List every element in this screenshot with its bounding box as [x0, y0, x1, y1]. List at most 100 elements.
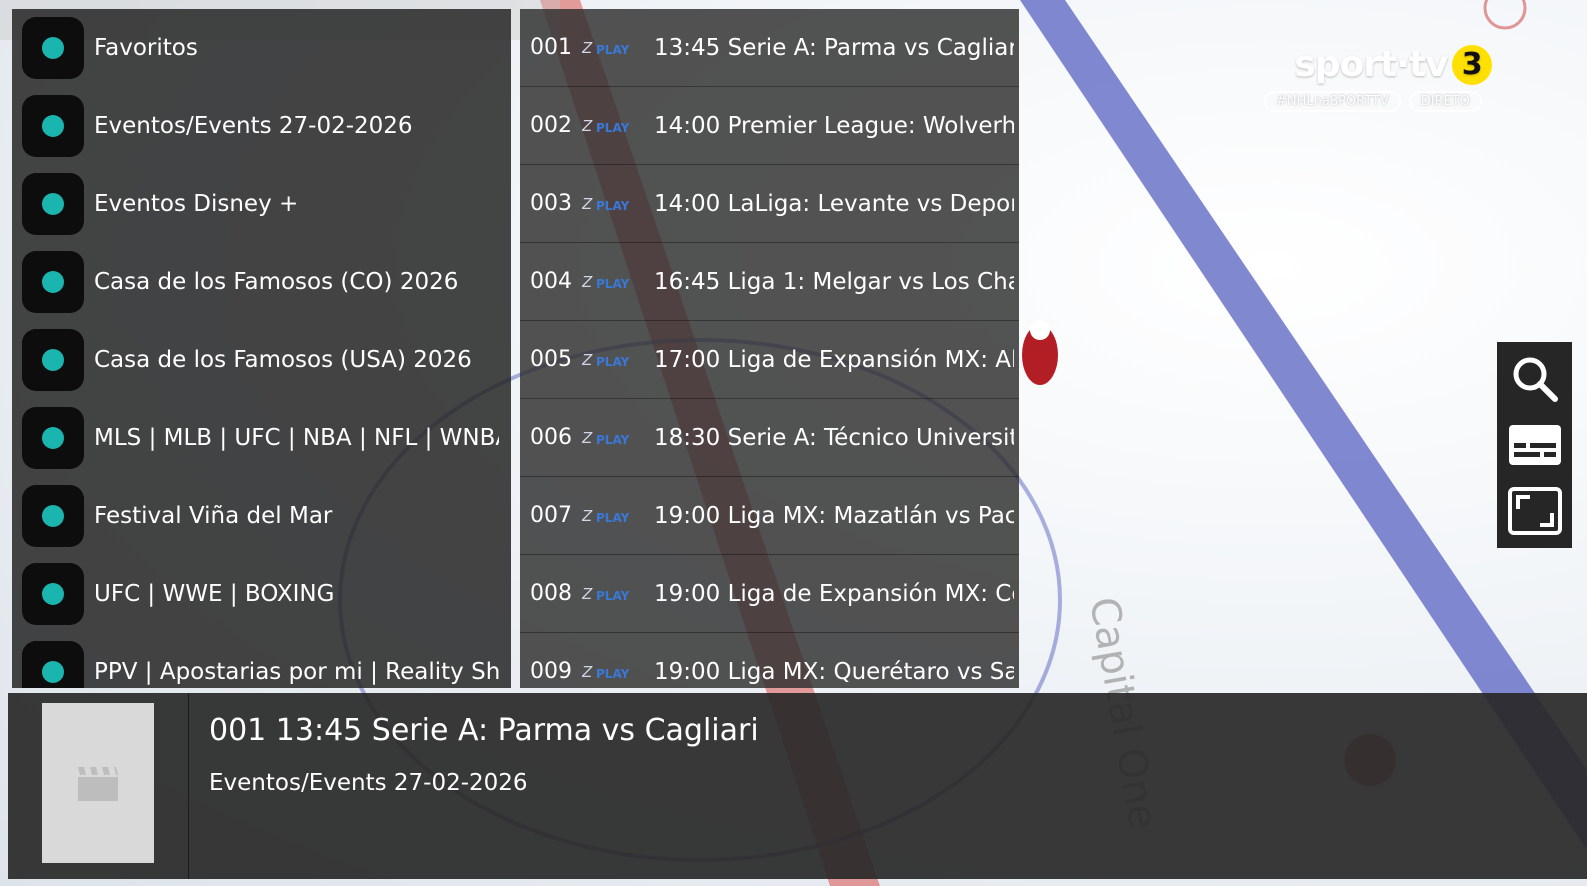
channel-item[interactable]: 005 Z PLAY 17:00 Liga de Expansión MX: Al… — [520, 321, 1019, 399]
subtitles-icon — [1508, 425, 1561, 465]
channel-logo-icon: Z PLAY — [582, 273, 630, 291]
category-label: Casa de los Famosos (CO) 2026 — [94, 269, 459, 295]
channel-title: 16:45 Liga 1: Melgar vs Los Chan.. — [654, 268, 1014, 295]
now-playing-category: Eventos/Events 27-02-2026 — [209, 770, 528, 796]
channel-title: 19:00 Liga MX: Mazatlán vs Pach.. — [654, 502, 1014, 529]
player-toolbar — [1497, 342, 1572, 548]
category-icon — [22, 329, 84, 391]
category-list[interactable]: Favoritos Eventos/Events 27-02-2026 Even… — [12, 9, 511, 688]
category-label: Eventos/Events 27-02-2026 — [94, 113, 413, 139]
channel-number: 006 — [530, 425, 572, 450]
channel-logo-icon: Z PLAY — [582, 663, 630, 681]
category-item[interactable]: PPV | Apostarias por mi | Reality Show — [12, 633, 511, 688]
category-label: Casa de los Famosos (USA) 2026 — [94, 347, 472, 373]
category-item[interactable]: Eventos/Events 27-02-2026 — [12, 87, 511, 165]
channel-title: 19:00 Liga de Expansión MX: Corr.. — [654, 580, 1014, 607]
svg-text:Z: Z — [582, 273, 593, 291]
channel-logo-icon: Z PLAY — [582, 585, 630, 603]
svg-text:PLAY: PLAY — [596, 199, 630, 213]
svg-text:PLAY: PLAY — [596, 43, 630, 57]
search-icon — [1513, 357, 1558, 402]
program-thumbnail — [42, 703, 154, 863]
fullscreen-button[interactable] — [1507, 485, 1563, 537]
category-item[interactable]: Eventos Disney + — [12, 165, 511, 243]
channel-title: 19:00 Liga MX: Querétaro vs San.. — [654, 658, 1014, 685]
subtitles-button[interactable] — [1507, 419, 1563, 471]
channel-number-badge: 3 — [1451, 44, 1492, 85]
category-label: MLS | MLB | UFC | NBA | NFL | WNBA |.. — [94, 425, 499, 451]
category-icon — [22, 173, 84, 235]
channel-logo-icon: Z PLAY — [582, 117, 630, 135]
svg-text:Z: Z — [582, 195, 593, 213]
search-button[interactable] — [1507, 353, 1563, 405]
channel-logo-icon: Z PLAY — [582, 39, 630, 57]
svg-text:Z: Z — [582, 39, 593, 57]
category-label: Eventos Disney + — [94, 191, 299, 217]
category-item[interactable]: Casa de los Famosos (CO) 2026 — [12, 243, 511, 321]
channel-logo-icon: Z PLAY — [582, 195, 630, 213]
channel-number: 007 — [530, 503, 572, 528]
channel-number: 008 — [530, 581, 572, 606]
channel-number: 001 — [530, 35, 572, 60]
channel-title: 17:00 Liga de Expansión MX: Ale.. — [654, 346, 1014, 373]
channel-logo-icon: Z PLAY — [582, 429, 630, 447]
svg-text:PLAY: PLAY — [596, 589, 630, 603]
channel-number: 009 — [530, 659, 572, 684]
category-item[interactable]: Favoritos — [12, 9, 511, 87]
category-icon — [22, 485, 84, 547]
channel-item[interactable]: 006 Z PLAY 18:30 Serie A: Técnico Univers… — [520, 399, 1019, 477]
channel-number: 005 — [530, 347, 572, 372]
svg-text:Z: Z — [582, 663, 593, 681]
channel-logo-icon: Z PLAY — [582, 351, 630, 369]
channel-number: 004 — [530, 269, 572, 294]
channel-list[interactable]: 001 Z PLAY 13:45 Serie A: Parma vs Caglia… — [520, 9, 1019, 688]
channel-title: 14:00 LaLiga: Levante vs Deporti.. — [654, 190, 1014, 217]
channel-title: 13:45 Serie A: Parma vs Cagliari — [654, 34, 1014, 61]
hashtag-badge: #NHLnaSPORTTV — [1263, 91, 1401, 112]
svg-text:PLAY: PLAY — [596, 355, 630, 369]
category-icon — [22, 641, 84, 688]
svg-text:Z: Z — [582, 507, 593, 525]
channel-item[interactable]: 008 ZPLAY 19:00 Liga de Expansión MX: Co… — [520, 555, 1019, 633]
fullscreen-icon — [1507, 487, 1562, 535]
svg-text:PLAY: PLAY — [596, 667, 630, 681]
category-icon — [22, 251, 84, 313]
channel-item[interactable]: 002 Z PLAY 14:00 Premier League: Wolverha… — [520, 87, 1019, 165]
now-playing-title: 001 13:45 Serie A: Parma vs Cagliari — [209, 713, 759, 748]
category-label: UFC | WWE | BOXING — [94, 581, 335, 607]
category-label: Festival Viña del Mar — [94, 503, 333, 529]
category-label: PPV | Apostarias por mi | Reality Show — [94, 659, 499, 685]
channel-item[interactable]: 003 Z PLAY 14:00 LaLiga: Levante vs Depor… — [520, 165, 1019, 243]
channel-logo: sport·tv 3 #NHLnaSPORTTV DIRETO — [1263, 44, 1503, 112]
channel-brand: sport·tv — [1294, 44, 1448, 85]
category-label: Favoritos — [94, 35, 198, 61]
svg-text:Z: Z — [582, 351, 593, 369]
category-item[interactable]: MLS | MLB | UFC | NBA | NFL | WNBA |.. — [12, 399, 511, 477]
live-badge: DIRETO — [1408, 91, 1483, 112]
channel-number: 003 — [530, 191, 572, 216]
thumbnail-column — [8, 693, 189, 879]
channel-item[interactable]: 001 Z PLAY 13:45 Serie A: Parma vs Caglia… — [520, 9, 1019, 87]
svg-text:Z: Z — [582, 585, 593, 603]
channel-item[interactable]: 009 Z PLAY 19:00 Liga MX: Querétaro vs Sa… — [520, 633, 1019, 688]
svg-text:PLAY: PLAY — [596, 121, 630, 135]
channel-item[interactable]: 004 Z PLAY 16:45 Liga 1: Melgar vs Los Ch… — [520, 243, 1019, 321]
now-playing-bar: 001 13:45 Serie A: Parma vs Cagliari Eve… — [8, 693, 1587, 879]
channel-title: 18:30 Serie A: Técnico Universitar.. — [654, 424, 1014, 451]
category-icon — [22, 17, 84, 79]
svg-text:Z: Z — [582, 117, 593, 135]
category-item[interactable]: Casa de los Famosos (USA) 2026 — [12, 321, 511, 399]
channel-logo-icon: Z PLAY — [582, 507, 630, 525]
clapperboard-icon — [78, 767, 118, 801]
channel-title: 14:00 Premier League: Wolverha.. — [654, 112, 1014, 139]
svg-text:PLAY: PLAY — [596, 433, 630, 447]
channel-number: 002 — [530, 113, 572, 138]
svg-text:PLAY: PLAY — [596, 277, 630, 291]
category-item[interactable]: Festival Viña del Mar — [12, 477, 511, 555]
category-icon — [22, 95, 84, 157]
category-icon — [22, 407, 84, 469]
category-icon — [22, 563, 84, 625]
channel-item[interactable]: 007 Z PLAY 19:00 Liga MX: Mazatlán vs Pac… — [520, 477, 1019, 555]
svg-text:PLAY: PLAY — [596, 511, 630, 525]
category-item[interactable]: UFC | WWE | BOXING — [12, 555, 511, 633]
